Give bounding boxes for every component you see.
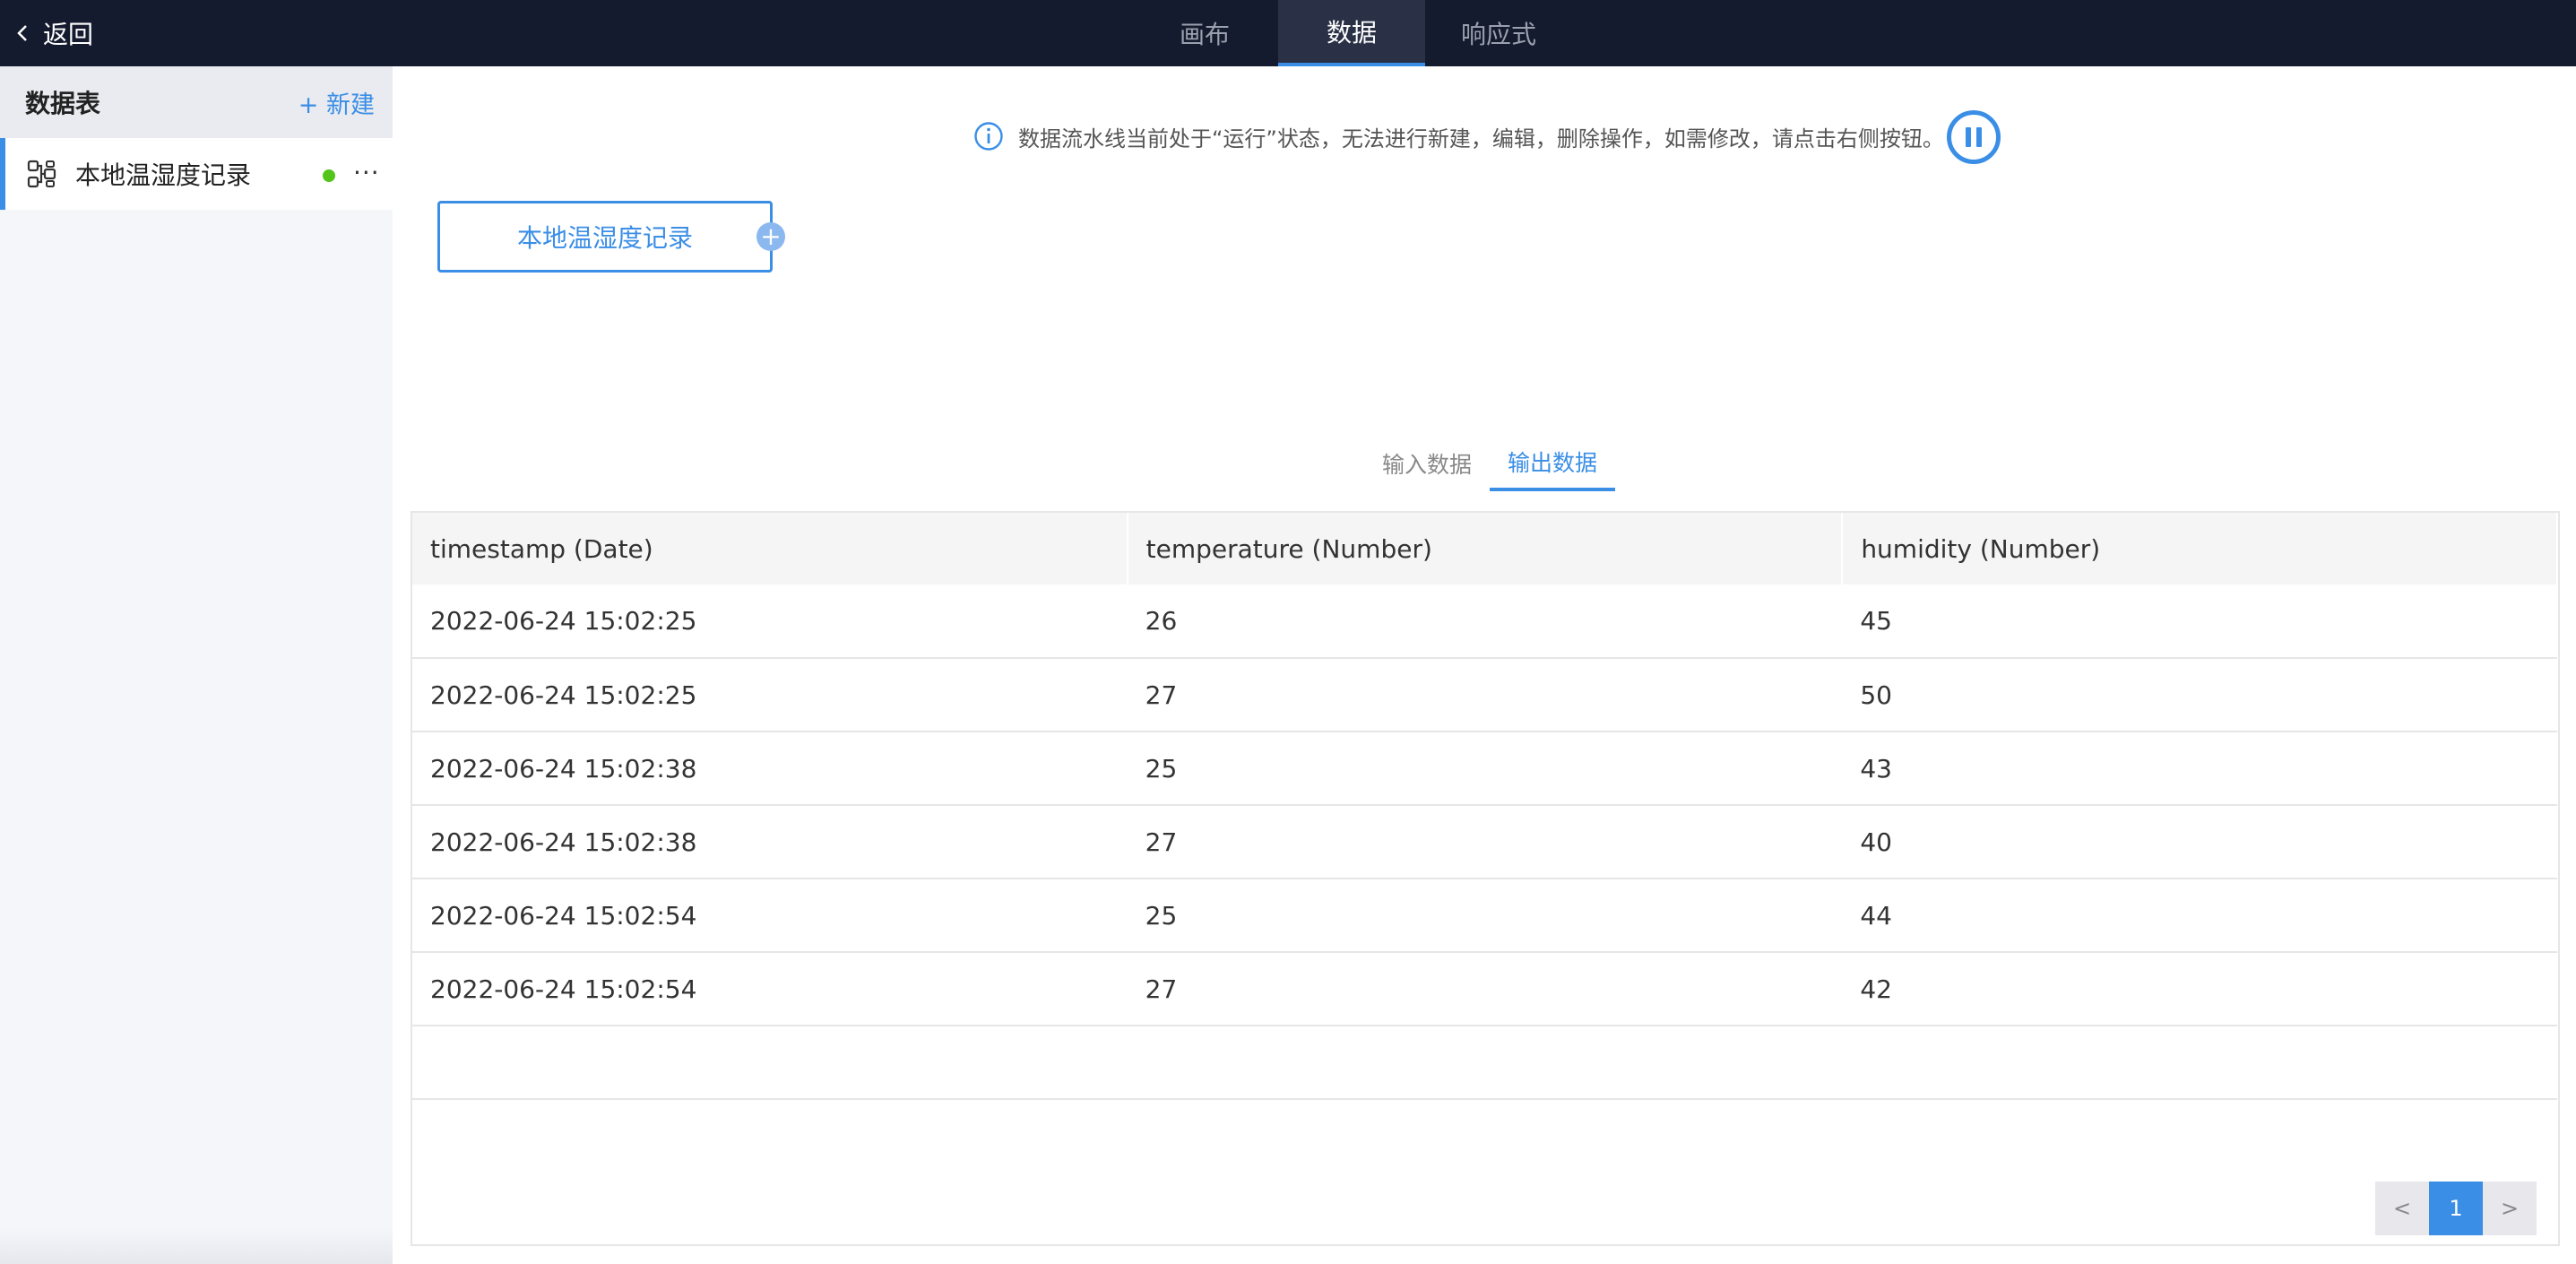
top-bar: 返回 画布 数据 响应式 [0,0,2576,66]
page-number-button[interactable]: 1 [2429,1182,2483,1235]
table-row: 2022-06-24 15:02:54 27 42 [412,952,2557,1026]
cell-humidity: 44 [1842,879,2557,953]
cell-temperature: 27 [1127,658,1843,732]
cell-humidity: 42 [1842,952,2557,1026]
pipeline-node[interactable]: 本地温湿度记录 [437,201,773,273]
table-row: 2022-06-24 15:02:25 26 45 [412,584,2557,659]
new-table-button[interactable]: + 新建 [298,85,375,120]
pipeline-node-label: 本地温湿度记录 [516,223,693,253]
cell-temperature: 25 [1127,879,1843,953]
sidebar-item-local-temp-humidity[interactable]: 本地温湿度记录 ··· [0,138,393,210]
table-row: 2022-06-24 15:02:38 25 43 [412,732,2557,806]
table-row: 2022-06-24 15:02:54 25 44 [412,879,2557,953]
cell-timestamp: 2022-06-24 15:02:38 [412,805,1128,879]
pause-icon-bar [1976,127,1982,147]
column-header-temperature[interactable]: temperature (Number) [1127,513,1844,584]
cell-temperature: 25 [1127,732,1843,806]
cell-timestamp: 2022-06-24 15:02:25 [412,658,1128,732]
cell-timestamp: 2022-06-24 15:02:38 [412,732,1128,806]
cell-empty [412,1026,1128,1100]
pause-pipeline-button[interactable] [1947,110,2001,164]
tab-input-data[interactable]: 输入数据 [1364,436,1490,491]
table-row: 2022-06-24 15:02:38 27 40 [412,805,2557,879]
cell-temperature: 27 [1127,805,1843,879]
cell-humidity: 40 [1842,805,2557,879]
sidebar: 数据表 + 新建 本地温湿度记录 ··· [0,66,393,1264]
cell-timestamp: 2022-06-24 15:02:25 [412,584,1128,659]
data-tabs: 输入数据 输出数据 [1364,436,1616,491]
pause-icon-bar [1966,127,1971,147]
more-options-button[interactable]: ··· [353,158,380,187]
info-icon [974,122,1003,151]
sidebar-header: 数据表 + 新建 [0,66,393,138]
sidebar-title: 数据表 [25,89,101,118]
tab-canvas[interactable]: 画布 [1131,0,1278,66]
cell-empty [1842,1026,2557,1100]
tab-responsive[interactable]: 响应式 [1425,0,1572,66]
sidebar-bottom-shade [0,1228,393,1264]
tab-data[interactable]: 数据 [1278,0,1425,66]
cell-humidity: 43 [1842,732,2557,806]
cell-empty [1127,1026,1843,1100]
add-node-button[interactable]: + [756,222,785,251]
notice-text: 数据流水线当前处于“运行”状态，无法进行新建，编辑，删除操作，如需修改，请点击右… [1018,126,1944,152]
status-dot [323,169,335,182]
cell-humidity: 50 [1842,658,2557,732]
main-tabs: 画布 数据 响应式 [1131,0,1572,66]
cell-timestamp: 2022-06-24 15:02:54 [412,952,1128,1026]
data-table: timestamp (Date) temperature (Number) hu… [412,513,2558,1100]
tab-output-data[interactable]: 输出数据 [1490,436,1616,491]
sidebar-item-label: 本地温湿度记录 [75,160,252,190]
running-notice: 数据流水线当前处于“运行”状态，无法进行新建，编辑，删除操作，如需修改，请点击右… [973,111,1944,161]
back-button[interactable]: 返回 [13,0,93,66]
pagination: < 1 > [2375,1182,2537,1235]
node-graph-icon [27,160,56,188]
chevron-left-icon [17,25,27,41]
table-header-row: timestamp (Date) temperature (Number) hu… [412,513,2558,584]
next-page-button[interactable]: > [2483,1182,2537,1235]
data-table-panel: timestamp (Date) temperature (Number) hu… [411,511,2560,1246]
table-row: 2022-06-24 15:02:25 27 50 [412,658,2557,732]
back-label: 返回 [43,20,94,49]
cell-timestamp: 2022-06-24 15:02:54 [412,879,1128,953]
column-header-humidity[interactable]: humidity (Number) [1842,513,2558,584]
column-header-timestamp[interactable]: timestamp (Date) [412,513,1128,584]
cell-temperature: 27 [1127,952,1843,1026]
prev-page-button[interactable]: < [2375,1182,2429,1235]
table-row-empty [412,1026,2557,1100]
cell-temperature: 26 [1127,584,1843,659]
cell-humidity: 45 [1842,584,2557,659]
